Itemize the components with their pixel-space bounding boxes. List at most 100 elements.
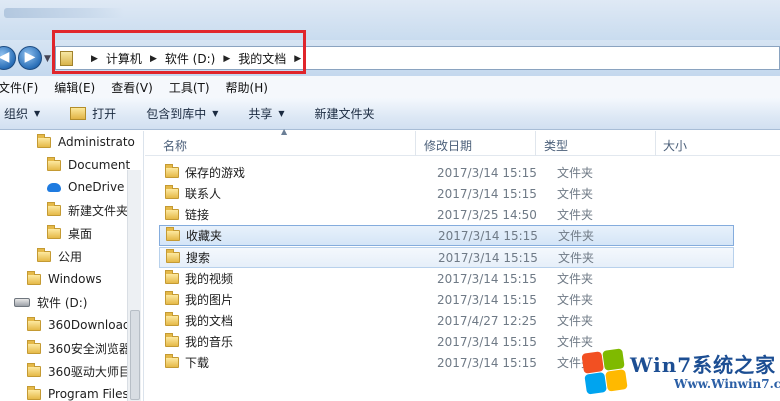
file-type: 文件夹 (557, 187, 594, 201)
forward-button[interactable]: ▶ (18, 46, 42, 70)
nav-item-360-browser[interactable]: 360安全浏览器 (27, 338, 131, 358)
chevron-down-icon: ▼ (212, 109, 219, 118)
nav-item-label: 公用 (58, 249, 83, 264)
menu-tools[interactable]: 工具(T) (161, 79, 218, 96)
column-divider[interactable] (535, 131, 536, 156)
list-item[interactable]: 联系人 2017/3/14 15:15 文件夹 (159, 183, 734, 204)
column-header-name[interactable]: 名称 (163, 137, 187, 154)
open-folder-icon (70, 107, 87, 120)
file-date-modified: 2017/3/25 14:50 (437, 207, 537, 222)
scrollbar-thumb[interactable] (130, 310, 140, 400)
nav-item-administrator[interactable]: Administrato (37, 132, 135, 152)
file-type: 文件夹 (557, 272, 594, 286)
column-header-date-modified[interactable]: 修改日期 (424, 137, 472, 154)
nav-item-program-files[interactable]: Program Files (27, 384, 129, 401)
watermark-title: Win7系统之家 (630, 353, 777, 377)
share-button[interactable]: 共享 ▼ (248, 105, 284, 122)
folder-icon (165, 333, 179, 347)
menu-edit[interactable]: 编辑(E) (46, 79, 103, 96)
column-divider[interactable] (655, 131, 656, 156)
back-button[interactable]: ◀ (0, 46, 16, 70)
sort-ascending-icon: ▲ (281, 127, 288, 136)
file-date-modified: 2017/3/14 15:15 (437, 165, 537, 180)
folder-icon (165, 270, 179, 284)
menu-help[interactable]: 帮助(H) (218, 79, 276, 96)
chevron-down-icon: ▼ (34, 109, 41, 118)
nav-item-public[interactable]: 公用 (37, 246, 82, 266)
nav-item-label: 360安全浏览器 (48, 341, 131, 356)
nav-item-label: Program Files (48, 387, 129, 401)
file-date-modified: 2017/3/14 15:15 (438, 228, 538, 243)
folder-icon (165, 291, 179, 305)
open-button[interactable]: 打开 (70, 105, 116, 122)
nav-item-new-folder[interactable]: 新建文件夹 (47, 200, 128, 220)
include-in-library-button[interactable]: 包含到库中 ▼ (146, 105, 218, 122)
folder-icon (27, 339, 41, 354)
file-name: 收藏夹 (186, 229, 223, 243)
file-date-modified: 2017/4/27 12:25 (437, 313, 537, 328)
file-date-modified: 2017/3/14 15:15 (437, 355, 537, 370)
nav-item-documents[interactable]: Document (47, 155, 130, 175)
list-item[interactable]: 保存的游戏 2017/3/14 15:15 文件夹 (159, 162, 734, 183)
folder-icon (165, 206, 179, 220)
file-date-modified: 2017/3/14 15:15 (438, 250, 538, 265)
nav-item-drive-d[interactable]: 软件 (D:) (14, 292, 87, 312)
folder-icon (165, 185, 179, 199)
nav-pane-scrollbar[interactable] (127, 170, 141, 401)
blurred-window-title (4, 8, 124, 18)
file-name: 联系人 (185, 187, 222, 201)
folder-icon (165, 164, 179, 178)
list-item-hovered[interactable]: 搜索 2017/3/14 15:15 文件夹 (159, 247, 734, 268)
watermark-url: Www.Winwin7.com (674, 377, 780, 391)
list-item[interactable]: 我的视频 2017/3/14 15:15 文件夹 (159, 268, 734, 289)
watermark: Win7系统之家 Www.Winwin7.com (579, 345, 780, 401)
file-type: 文件夹 (557, 208, 594, 222)
list-item[interactable]: 我的图片 2017/3/14 15:15 文件夹 (159, 289, 734, 310)
nav-item-desktop[interactable]: 桌面 (47, 223, 92, 243)
nav-item-label: Administrato (58, 135, 135, 149)
folder-icon (37, 247, 51, 262)
column-divider[interactable] (415, 131, 416, 156)
nav-item-label: 360Download (48, 318, 131, 332)
organize-button[interactable]: 组织 ▼ (4, 105, 40, 122)
drive-icon (14, 297, 30, 307)
folder-icon (165, 354, 179, 368)
folder-icon (37, 133, 51, 148)
file-name: 下载 (185, 356, 210, 370)
column-header-type[interactable]: 类型 (544, 137, 568, 154)
list-item[interactable]: 链接 2017/3/25 14:50 文件夹 (159, 204, 734, 225)
search-folder-icon (166, 249, 180, 263)
nav-item-label: 360驱动大师目 (48, 364, 131, 379)
history-dropdown-icon[interactable]: ▼ (44, 54, 51, 64)
file-date-modified: 2017/3/14 15:15 (437, 186, 537, 201)
onedrive-icon (47, 182, 61, 192)
column-header-size[interactable]: 大小 (663, 137, 687, 154)
menu-view[interactable]: 查看(V) (103, 79, 161, 96)
nav-item-360download[interactable]: 360Download (27, 315, 131, 335)
nav-item-label: Windows (48, 272, 102, 286)
folder-icon (47, 224, 61, 239)
windows-logo-icon (579, 346, 629, 396)
folder-icon (27, 316, 41, 331)
share-label: 共享 (248, 107, 273, 121)
chevron-down-icon: ▼ (278, 109, 285, 118)
nav-item-label: 软件 (D:) (37, 295, 88, 310)
file-type: 文件夹 (558, 251, 595, 265)
nav-item-windows[interactable]: Windows (27, 269, 102, 289)
list-item[interactable]: 我的文档 2017/4/27 12:25 文件夹 (159, 310, 734, 331)
menu-file[interactable]: 文件(F) (0, 79, 46, 96)
list-item-selected[interactable]: 收藏夹 2017/3/14 15:15 文件夹 (159, 225, 734, 246)
new-folder-label: 新建文件夹 (314, 107, 375, 121)
file-date-modified: 2017/3/14 15:15 (437, 271, 537, 286)
file-name: 我的视频 (185, 272, 234, 286)
nav-item-360-driver-master[interactable]: 360驱动大师目 (27, 361, 131, 381)
nav-item-label: Document (68, 158, 131, 172)
file-type: 文件夹 (558, 229, 595, 243)
open-label: 打开 (92, 107, 117, 121)
file-type: 文件夹 (557, 166, 594, 180)
navigation-pane: Administrato Document OneDrive 新建文件夹 桌面 … (0, 131, 144, 401)
new-folder-button[interactable]: 新建文件夹 (315, 105, 375, 122)
nav-item-onedrive[interactable]: OneDrive (47, 177, 124, 197)
file-name: 我的文档 (185, 314, 234, 328)
organize-label: 组织 (4, 107, 29, 121)
